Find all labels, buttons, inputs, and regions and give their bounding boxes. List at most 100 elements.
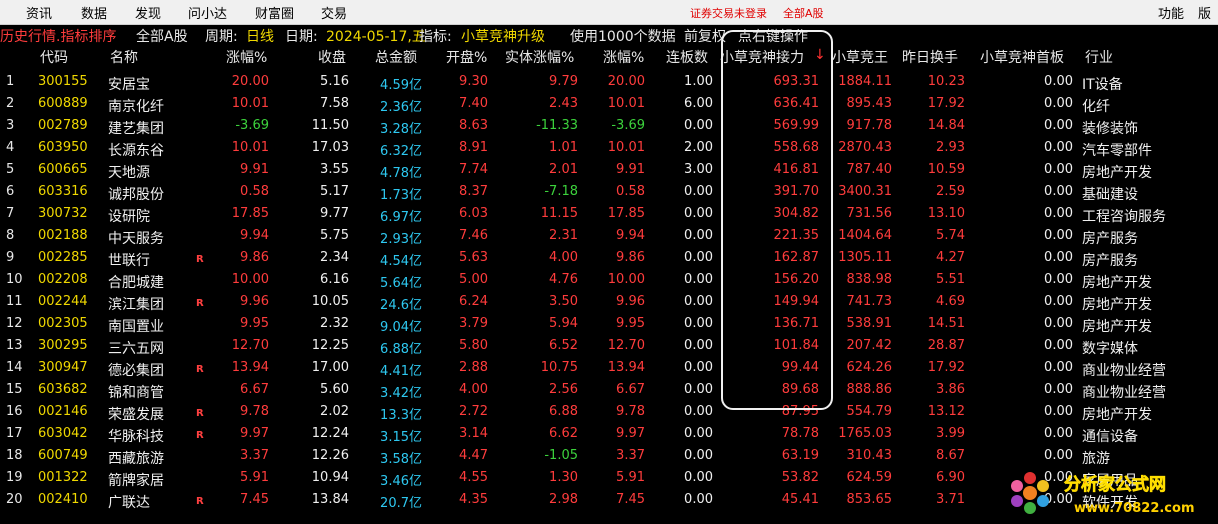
close-price: 17.00 <box>311 360 349 375</box>
menu-item-trade[interactable]: 交易 <box>321 3 347 22</box>
period-value[interactable]: 日线 <box>246 26 274 46</box>
limit-up-boards: 0.00 <box>684 360 713 375</box>
row-index: 11 <box>6 294 23 309</box>
table-row[interactable]: 15 603682 锦和商管 6.67 5.60 3.42亿 4.00 2.56 6.67 0.0… <box>0 380 1218 402</box>
stock-code: 300732 <box>38 206 88 221</box>
menu-item-version[interactable]: 版 <box>1198 3 1211 22</box>
limit-up-boards: 2.00 <box>684 140 713 155</box>
col-header-change[interactable]: 涨幅% <box>226 47 267 67</box>
table-row[interactable]: 10 002208 合肥城建 10.00 6.16 5.64亿 5.00 4.76 10.00 0… <box>0 270 1218 292</box>
open-pct: 7.40 <box>459 96 488 111</box>
open-pct: 4.47 <box>459 448 488 463</box>
table-row[interactable]: 3 002789 建艺集团 -3.69 11.50 3.28亿 8.63 -11.33 -3.6… <box>0 116 1218 138</box>
change-pct-2: 6.67 <box>616 382 645 397</box>
adjust-mode[interactable]: 前复权 <box>684 26 726 46</box>
col-header-body-change[interactable]: 实体涨幅% <box>505 47 574 67</box>
col-header-change-2[interactable]: 涨幅% <box>603 47 644 67</box>
limit-up-boards: 0.00 <box>684 426 713 441</box>
king-score: 554.79 <box>846 404 893 419</box>
col-header-prev-turnover[interactable]: 昨日换手 <box>902 47 958 67</box>
open-pct: 5.00 <box>459 272 488 287</box>
table-row[interactable]: 5 600665 天地源 9.91 3.55 4.78亿 7.74 2.01 9.91 3.00 4… <box>0 160 1218 182</box>
col-header-limit-boards[interactable]: 连板数 <box>666 47 708 67</box>
stock-code: 002410 <box>38 492 88 507</box>
first-board-score: 0.00 <box>1044 294 1073 309</box>
col-header-amount[interactable]: 总金额 <box>375 47 417 67</box>
brand-name: 分析家公式网 <box>1064 474 1166 495</box>
king-score: 1884.11 <box>838 74 892 89</box>
menu-item-discover[interactable]: 发现 <box>135 3 161 22</box>
table-row[interactable]: 2 600889 南京化纤 10.01 7.58 2.36亿 7.40 2.43 10.01 6.… <box>0 94 1218 116</box>
col-header-name[interactable]: 名称 <box>110 47 138 67</box>
change-pct-2: 9.86 <box>616 250 645 265</box>
margin-flag: R <box>196 254 204 265</box>
table-row[interactable]: 4 603950 长源东谷 10.01 17.03 6.32亿 8.91 1.01 10.01 2… <box>0 138 1218 160</box>
prev-turnover: 8.67 <box>936 448 965 463</box>
industry: 数字媒体 <box>1082 341 1138 357</box>
body-change-pct: 4.00 <box>549 250 578 265</box>
open-pct: 4.55 <box>459 470 488 485</box>
login-notice[interactable]: 证券交易未登录 <box>690 5 767 21</box>
col-header-open[interactable]: 开盘% <box>446 47 487 67</box>
col-header-industry[interactable]: 行业 <box>1085 47 1113 67</box>
table-row[interactable]: 6 603316 诚邦股份 0.58 5.17 1.73亿 8.37 -7.18 0.58 0.0… <box>0 182 1218 204</box>
menu-item-data[interactable]: 数据 <box>81 3 107 22</box>
table-row[interactable]: 9 002285 世联行 R 9.86 2.34 4.54亿 5.63 4.00 9.86 0.00… <box>0 248 1218 270</box>
open-pct: 3.14 <box>459 426 488 441</box>
stock-name: 建艺集团 <box>108 121 164 137</box>
table-row[interactable]: 1 300155 安居宝 20.00 5.16 4.59亿 9.30 9.79 20.00 1.0… <box>0 72 1218 94</box>
prev-turnover: 10.23 <box>927 74 965 89</box>
change-pct: 13.94 <box>231 360 269 375</box>
limit-up-boards: 0.00 <box>684 316 713 331</box>
relay-score: 156.20 <box>773 272 820 287</box>
stock-name: 南国置业 <box>108 319 164 335</box>
prev-turnover: 17.92 <box>927 96 965 111</box>
limit-up-boards: 0.00 <box>684 294 713 309</box>
date-value[interactable]: 2024-05-17,五 <box>326 26 426 46</box>
king-score: 917.78 <box>846 118 893 133</box>
king-score: 838.98 <box>846 272 893 287</box>
table-row[interactable]: 18 600749 西藏旅游 3.37 12.26 3.58亿 4.47 -1.05 3.37 0… <box>0 446 1218 468</box>
industry: 商业物业经营 <box>1082 385 1166 401</box>
relay-score: 45.41 <box>781 492 819 507</box>
open-pct: 2.88 <box>459 360 488 375</box>
table-row[interactable]: 16 002146 荣盛发展 R 9.78 2.02 13.3亿 2.72 6.88 9.78 0.… <box>0 402 1218 424</box>
col-header-close[interactable]: 收盘 <box>318 47 346 67</box>
menu-item-news[interactable]: 资讯 <box>26 3 52 22</box>
change-pct: 17.85 <box>231 206 269 221</box>
sort-desc-icon: ↓ <box>814 47 826 63</box>
relay-score: 136.71 <box>773 316 820 331</box>
table-row[interactable]: 12 002305 南国置业 9.95 2.32 9.04亿 3.79 5.94 9.95 0.0… <box>0 314 1218 336</box>
table-header: 代码 名称 涨幅% 收盘 总金额 开盘% 实体涨幅% 涨幅% 连板数 小草竞神接… <box>0 47 1218 69</box>
col-header-first-board[interactable]: 小草竞神首板 <box>980 47 1064 67</box>
relay-score: 89.68 <box>781 382 819 397</box>
open-pct: 7.74 <box>459 162 488 177</box>
close-price: 12.26 <box>311 448 349 463</box>
table-row[interactable]: 7 300732 设研院 17.85 9.77 6.97亿 6.03 11.15 17.85 0.… <box>0 204 1218 226</box>
stock-code: 600665 <box>38 162 88 177</box>
col-header-king[interactable]: 小草竞王 <box>832 47 888 67</box>
col-header-code[interactable]: 代码 <box>40 47 68 67</box>
king-score: 2870.43 <box>838 140 892 155</box>
table-row[interactable]: 14 300947 德必集团 R 13.94 17.00 4.41亿 2.88 10.75 13.… <box>0 358 1218 380</box>
table-row[interactable]: 11 002244 滨江集团 R 9.96 10.05 24.6亿 6.24 3.50 9.96 0… <box>0 292 1218 314</box>
menu-item-functions[interactable]: 功能 <box>1158 3 1184 22</box>
market-label[interactable]: 全部A股 <box>783 5 824 21</box>
margin-flag: R <box>196 408 204 419</box>
change-pct-2: -3.69 <box>611 118 645 133</box>
first-board-score: 0.00 <box>1044 228 1073 243</box>
indicator-value[interactable]: 小草竞神升级 <box>461 26 545 46</box>
table-row[interactable]: 8 002188 中天服务 9.94 5.75 2.93亿 7.46 2.31 9.94 0.00… <box>0 226 1218 248</box>
menu-item-wealth-circle[interactable]: 财富圈 <box>255 3 294 22</box>
menu-item-ask-xiaoda[interactable]: 问小达 <box>188 3 227 22</box>
table-row[interactable]: 13 300295 三六五网 12.70 12.25 6.88亿 5.80 6.52 12.70… <box>0 336 1218 358</box>
market-filter[interactable]: 全部A股 <box>136 26 188 46</box>
stock-code: 002285 <box>38 250 88 265</box>
change-pct-2: 13.94 <box>607 360 645 375</box>
limit-up-boards: 3.00 <box>684 162 713 177</box>
open-pct: 5.80 <box>459 338 488 353</box>
stock-name: 德必集团 <box>108 363 164 379</box>
first-board-score: 0.00 <box>1044 140 1073 155</box>
col-header-relay[interactable]: 小草竞神接力 <box>720 47 804 67</box>
table-row[interactable]: 17 603042 华脉科技 R 9.97 12.24 3.15亿 3.14 6.62 9.97 0… <box>0 424 1218 446</box>
